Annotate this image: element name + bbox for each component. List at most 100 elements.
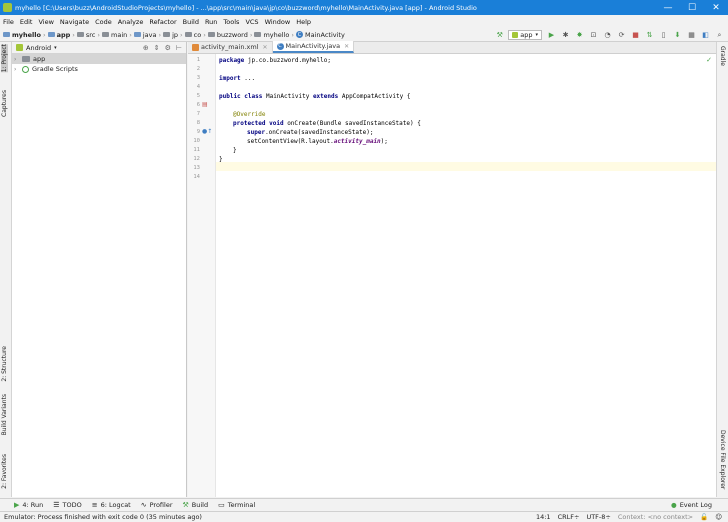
tree-item-app[interactable]: › app [12,54,186,64]
chevron-down-icon[interactable]: ▾ [54,45,57,51]
inspector-icon[interactable]: ☺ [715,513,722,521]
sync-icon[interactable]: ⊕ [143,44,149,52]
xml-file-icon [192,43,199,51]
breadcrumb-src[interactable]: src › [76,31,100,39]
code-line-12: } [233,147,237,154]
code-line-8: @Override [233,111,266,118]
hide-icon[interactable]: ⊢ [176,44,182,52]
folder-icon [47,32,55,37]
right-tool-stripe: Gradle Device File Explorer [716,42,728,497]
coverage-icon[interactable]: ⟳ [617,31,626,40]
menu-code[interactable]: Code [95,18,112,26]
code-line-3: import ... [219,75,256,82]
hammer-icon[interactable]: ⚒ [495,31,504,40]
search-icon[interactable]: ⌕ [715,31,724,40]
breadcrumb-myhello-package[interactable]: myhello › [254,31,294,39]
menu-refactor[interactable]: Refactor [149,18,176,26]
favorites-tool-tab[interactable]: 2: Favorites [1,454,8,489]
project-panel-header: Android ▾ ⊕ ⇕ ⚙ ⊢ [12,42,186,54]
project-structure-icon[interactable]: ▦ [687,31,696,40]
build-variants-tool-tab[interactable]: Build Variants [1,394,8,435]
tab-logcat[interactable]: ≡ 6: Logcat [92,501,131,509]
file-encoding[interactable]: UTF-8÷ [586,513,610,521]
breadcrumb-app[interactable]: app › [47,31,75,39]
breadcrumb-main[interactable]: main › [102,31,132,39]
breadcrumb-buzzword[interactable]: buzzword › [207,31,252,39]
breadcrumb-jp[interactable]: jp › [163,31,183,39]
line-number: 12 [193,156,200,162]
run-icon[interactable]: ▶ [547,31,556,40]
tab-todo[interactable]: ☰ TODO [53,501,82,509]
run-icon: ▶ [14,501,20,509]
class-icon: C [276,42,284,50]
maximize-button[interactable]: ☐ [680,0,704,15]
activity-gutter-icon[interactable]: ▤ [202,101,208,108]
minimize-button[interactable]: — [656,0,680,15]
event-log-icon: ● [671,501,677,509]
line-number: 4 [196,84,200,90]
caret-position[interactable]: 14:1 [536,513,551,521]
chevron-right-icon[interactable]: › [14,66,22,73]
breadcrumb-myhello[interactable]: myhello › [3,31,46,39]
breadcrumb-co[interactable]: co › [184,31,206,39]
override-method-icon[interactable]: ●↑ [202,128,212,135]
menu-navigate[interactable]: Navigate [60,18,89,26]
context-indicator: Context: <no context> [617,513,694,521]
menu-analyze[interactable]: Analyze [118,18,144,26]
menu-edit[interactable]: Edit [20,18,33,26]
collapse-icon[interactable]: ⇕ [154,44,160,52]
menu-window[interactable]: Window [265,18,291,26]
gear-icon[interactable]: ⚙ [165,44,171,52]
breadcrumb-java[interactable]: java › [133,31,161,39]
menu-tools[interactable]: Tools [223,18,239,26]
lock-icon[interactable]: 🔓 [700,513,708,521]
tab-mainactivity-java[interactable]: C MainActivity.java ✕ [272,41,355,53]
tree-item-gradle-scripts[interactable]: › Gradle Scripts [12,64,186,74]
check-icon: ✓ [706,56,712,64]
navigation-bar: myhello › app › src › main › java › jp › co › b… [0,28,728,42]
close-icon[interactable]: ✕ [344,43,349,50]
run-configuration-select[interactable]: app ▾ [508,30,542,40]
module-folder-icon [22,56,30,62]
line-separator[interactable]: CRLF÷ [558,513,580,521]
code-editor: activity_main.xml ✕ C MainActivity.java … [188,41,716,497]
menu-file[interactable]: File [3,18,14,26]
layout-inspector-icon[interactable]: ◧ [701,31,710,40]
code-area[interactable]: package jp.co.buzzword.myhello; import .… [219,54,716,497]
line-number: 14 [193,174,200,180]
close-button[interactable]: ✕ [704,0,728,15]
avd-manager-icon[interactable]: ▯ [659,31,668,40]
tab-profiler[interactable]: ∿ Profiler [141,501,173,509]
sdk-manager-icon[interactable]: ⬇ [673,31,682,40]
menu-help[interactable]: Help [296,18,311,26]
debug-icon[interactable]: ✸ [575,31,584,40]
breadcrumb-mainactivity[interactable]: C MainActivity [295,31,345,39]
tab-activity-main-xml[interactable]: activity_main.xml ✕ [188,41,273,53]
project-tool-tab[interactable]: 1: Project [1,44,8,73]
line-number: 3 [196,75,200,81]
tab-terminal[interactable]: ▭ Terminal [218,501,255,509]
menu-vcs[interactable]: VCS [245,18,258,26]
profile-icon[interactable]: ◔ [603,31,612,40]
device-file-explorer-tool-tab[interactable]: Device File Explorer [719,430,726,489]
chevron-right-icon[interactable]: › [14,56,22,63]
close-icon[interactable]: ✕ [263,44,268,51]
attach-debugger-icon[interactable]: ⊡ [589,31,598,40]
code-line-13: } [219,156,223,163]
event-log-button[interactable]: ● Event Log [671,501,712,509]
gradle-sync-icon[interactable]: ⇅ [645,31,654,40]
menu-run[interactable]: Run [205,18,217,26]
stop-icon[interactable]: ■ [631,31,640,40]
structure-tool-tab[interactable]: 2: Structure [1,346,8,382]
status-message[interactable]: Emulator: Process finished with exit cod… [4,513,529,521]
package-icon [184,32,192,37]
apply-changes-icon[interactable]: ✱ [561,31,570,40]
project-view-select[interactable]: Android [26,44,51,52]
gradle-tool-tab[interactable]: Gradle [719,46,726,66]
menu-view[interactable]: View [38,18,53,26]
menu-build[interactable]: Build [183,18,199,26]
android-studio-icon [3,3,12,12]
tab-run[interactable]: ▶ 4: Run [14,501,43,509]
captures-tool-tab[interactable]: Captures [1,90,8,117]
tab-build[interactable]: ⚒ Build [183,501,209,509]
